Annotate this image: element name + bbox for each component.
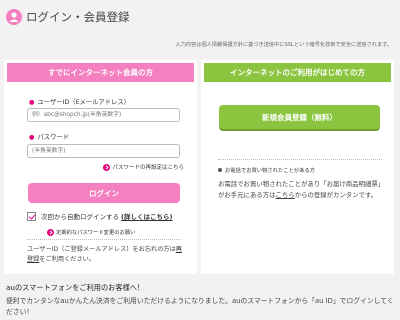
- user-id-label: ● ユーザーID（Eメールアドレス）: [29, 99, 130, 106]
- arrow-circle-icon: [47, 228, 54, 236]
- register-panel: インターネットのご利用がはじめての方 新規会員登録（無料） お電話でお買い物され…: [201, 60, 394, 274]
- password-change-link[interactable]: 定期的なパスワード変更のお願い: [47, 228, 135, 236]
- phone-purchase-heading: お電話でお買い物されたことがある方: [218, 166, 315, 174]
- divider: [27, 239, 181, 240]
- arrow-circle-icon: [103, 163, 111, 171]
- page-title: ログイン・会員登録: [26, 10, 130, 24]
- auto-login-detail-link[interactable]: (詳しくはこちら): [121, 211, 172, 221]
- au-notice-text: 便利でカンタンなauかんたん決済をご利用いただけるようになりました。auのスマー…: [6, 297, 394, 316]
- login-panel: すでにインターネット会員の方 ●ユーザーID（Eメールアドレス） ●パスワード …: [4, 60, 197, 274]
- forgot-password-link[interactable]: パスワードの再設定はこちら: [103, 163, 184, 171]
- auto-login-label: 次回から自動ログインする: [41, 213, 119, 221]
- phone-purchase-text: お電話でお買い物されたことがあり「お届け商品明細票」がお手元にある方はこちらから…: [218, 180, 381, 199]
- register-panel-heading: インターネットのご利用がはじめての方: [204, 63, 391, 82]
- ssl-notice: 入力内容は個人情報保護方針に基づき送信中にSSLという暗号化技術で安全に送信され…: [175, 42, 392, 48]
- user-icon: [6, 9, 22, 25]
- auto-login-checkbox[interactable]: [27, 211, 36, 221]
- page-header: ログイン・会員登録: [0, 0, 400, 34]
- login-button[interactable]: ログイン: [28, 183, 180, 203]
- required-mark: ●: [29, 134, 35, 141]
- password-input[interactable]: [27, 144, 180, 158]
- phone-purchase-link[interactable]: こちら: [276, 191, 295, 199]
- required-mark: ●: [29, 99, 35, 106]
- auto-login-row: 次回から自動ログインする (詳しくはこちら): [27, 211, 172, 221]
- bullet-icon: [218, 168, 222, 172]
- register-button[interactable]: 新規会員登録（無料）: [219, 105, 380, 129]
- au-notice-title: auのスマートフォンをご利用のお客様へ！: [6, 283, 145, 292]
- divider: [218, 159, 382, 160]
- password-label: ● パスワード: [29, 134, 69, 141]
- login-panel-heading: すでにインターネット会員の方: [7, 63, 194, 82]
- user-id-input[interactable]: [27, 108, 180, 122]
- forgot-user-id-help: ユーザーID（ご登録メールアドレス）をお忘れの方は再登録をご利用ください。: [27, 246, 182, 263]
